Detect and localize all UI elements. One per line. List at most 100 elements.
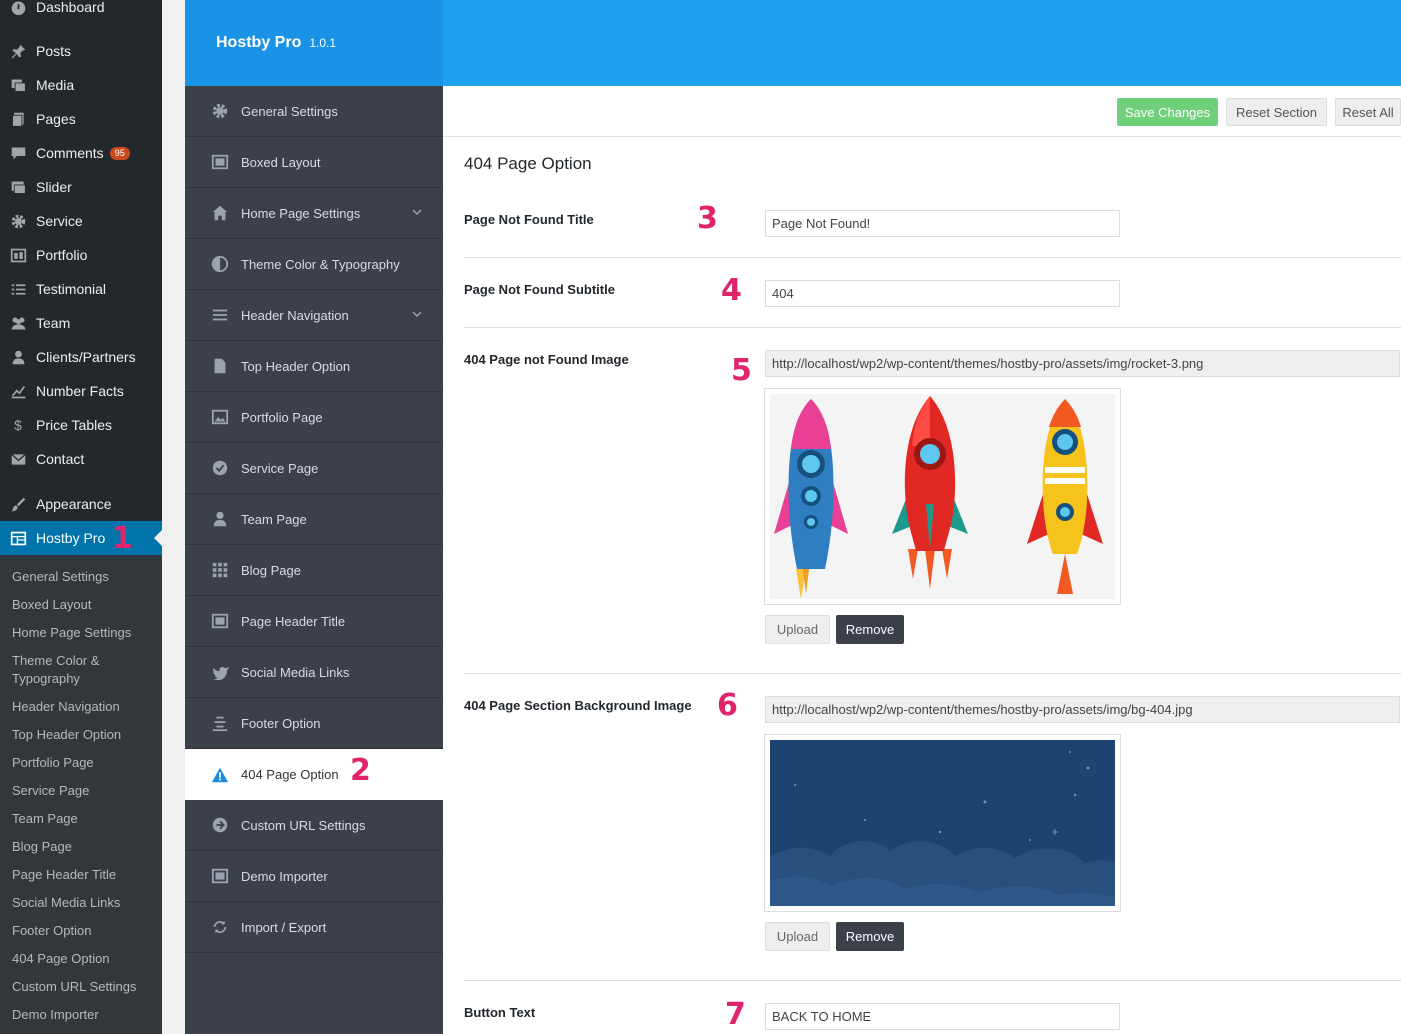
warning-icon [210, 765, 230, 785]
gear-icon [9, 212, 27, 230]
wp-menu-dashboard[interactable]: Dashboard [0, 0, 162, 24]
marker-5: 5 [731, 353, 752, 388]
sidebar-gap [162, 0, 185, 1034]
chevron-down-icon [411, 308, 423, 320]
arrow-circle-icon [210, 815, 230, 835]
options-toolbar: Save Changes Reset Section Reset All [443, 86, 1401, 137]
grid-icon [210, 560, 230, 580]
image-upload-button[interactable]: Upload [765, 615, 830, 644]
wp-menu-media[interactable]: Media [0, 68, 162, 102]
background-upload-button[interactable]: Upload [765, 922, 830, 951]
wp-menu-portfolio[interactable]: Portfolio [0, 238, 162, 272]
wp-menu-pages[interactable]: Pages [0, 102, 162, 136]
wp-submenu-item[interactable]: 404 Page Option [12, 950, 157, 968]
background-remove-button[interactable]: Remove [836, 922, 904, 951]
opt-custom-url[interactable]: Custom URL Settings [185, 800, 443, 851]
opt-page-header-title[interactable]: Page Header Title [185, 596, 443, 647]
reset-section-button[interactable]: Reset Section [1226, 98, 1327, 126]
opt-team-page[interactable]: Team Page [185, 494, 443, 545]
opt-demo-importer[interactable]: Demo Importer [185, 851, 443, 902]
rockets-illustration [770, 394, 1115, 599]
opt-service-page[interactable]: Service Page [185, 443, 443, 494]
image-url-input[interactable]: http://localhost/wp2/wp-content/themes/h… [765, 350, 1400, 377]
rocket-image-preview [764, 388, 1121, 605]
opt-footer-option[interactable]: Footer Option [185, 698, 443, 749]
opt-label: Team Page [241, 511, 307, 527]
wp-menu-slider[interactable]: Slider [0, 170, 162, 204]
opt-label: 404 Page Option [241, 767, 339, 782]
wp-menu-label: Contact [36, 451, 85, 467]
opt-portfolio-page[interactable]: Portfolio Page [185, 392, 443, 443]
reset-all-button[interactable]: Reset All [1335, 98, 1401, 126]
wp-menu-clients[interactable]: Clients/Partners [0, 340, 162, 374]
wp-submenu-item[interactable]: Home Page Settings [12, 624, 157, 642]
opt-general-settings[interactable]: General Settings [185, 86, 443, 137]
opt-blog-page[interactable]: Blog Page [185, 545, 443, 596]
wp-menu-appearance[interactable]: Appearance [0, 487, 162, 521]
wp-menu-hostby-pro[interactable]: Hostby Pro [0, 521, 162, 555]
menu-icon [210, 305, 230, 325]
wp-submenu: General Settings Boxed Layout Home Page … [0, 555, 162, 1034]
opt-404-page-option[interactable]: 404 Page Option [185, 749, 443, 800]
page-not-found-title-input[interactable]: Page Not Found! [765, 210, 1120, 237]
options-menu: General Settings Boxed Layout Home Page … [185, 86, 443, 1034]
wp-menu-label: Comments [36, 145, 104, 161]
button-text-input[interactable]: BACK TO HOME [765, 1003, 1120, 1030]
field-label-button-text: Button Text [464, 1005, 536, 1020]
wp-menu-posts[interactable]: Posts [0, 34, 162, 68]
wp-submenu-item[interactable]: Service Page [12, 782, 157, 800]
wp-admin-sidebar: Dashboard Posts Media Pages Comments 95 … [0, 0, 162, 1034]
opt-label: Header Navigation [241, 307, 349, 323]
wp-menu-label: Media [36, 77, 75, 93]
opt-boxed-layout[interactable]: Boxed Layout [185, 137, 443, 188]
home-icon [210, 203, 230, 223]
wp-submenu-item[interactable]: Boxed Layout [12, 596, 157, 614]
wp-submenu-item[interactable]: Theme Color & Typography [12, 652, 157, 688]
media-icon [9, 76, 27, 94]
wp-submenu-item[interactable]: Social Media Links [12, 894, 157, 912]
image-remove-button[interactable]: Remove [836, 615, 904, 644]
wp-menu-number-facts[interactable]: Number Facts [0, 374, 162, 408]
list-icon [9, 280, 27, 298]
wp-submenu-item[interactable]: Portfolio Page [12, 754, 157, 772]
envelope-icon [9, 450, 27, 468]
wp-submenu-item[interactable]: Custom URL Settings [12, 978, 157, 996]
wp-submenu-item[interactable]: Page Header Title [12, 866, 157, 884]
wp-menu-comments[interactable]: Comments 95 [0, 136, 162, 170]
wp-submenu-item[interactable]: Footer Option [12, 922, 157, 940]
wp-menu-team[interactable]: Team [0, 306, 162, 340]
divider [464, 980, 1401, 981]
wp-menu-price-tables[interactable]: $ Price Tables [0, 408, 162, 442]
opt-theme-color[interactable]: Theme Color & Typography [185, 239, 443, 290]
background-url-input[interactable]: http://localhost/wp2/wp-content/themes/h… [765, 696, 1400, 723]
marker-1: 1 [112, 521, 133, 556]
opt-import-export[interactable]: Import / Export [185, 902, 443, 953]
wp-menu-label: Service [36, 213, 83, 229]
wp-submenu-item[interactable]: Team Page [12, 810, 157, 828]
opt-label: Page Header Title [241, 613, 346, 629]
wp-menu-testimonial[interactable]: Testimonial [0, 272, 162, 306]
wp-submenu-item[interactable]: Top Header Option [12, 726, 157, 744]
field-label-image: 404 Page not Found Image [464, 352, 629, 367]
wp-submenu-item[interactable]: Blog Page [12, 838, 157, 856]
field-label-subtitle: Page Not Found Subtitle [464, 282, 615, 297]
contrast-icon [210, 254, 230, 274]
opt-header-navigation[interactable]: Header Navigation [185, 290, 443, 341]
wp-submenu-item[interactable]: Demo Importer [12, 1006, 157, 1024]
wp-submenu-item[interactable]: General Settings [12, 568, 157, 586]
options-main: Save Changes Reset Section Reset All 404… [443, 86, 1401, 1034]
wp-menu-contact[interactable]: Contact [0, 442, 162, 476]
save-changes-button[interactable]: Save Changes [1117, 98, 1218, 126]
opt-label: Service Page [241, 460, 319, 476]
opt-home-page-settings[interactable]: Home Page Settings [185, 188, 443, 239]
gear-icon [210, 101, 230, 121]
page-not-found-subtitle-input[interactable]: 404 [765, 280, 1120, 307]
twitter-icon [210, 662, 230, 682]
opt-top-header[interactable]: Top Header Option [185, 341, 443, 392]
wp-menu-service[interactable]: Service [0, 204, 162, 238]
portfolio-icon [9, 246, 27, 264]
field-label-background: 404 Page Section Background Image [464, 698, 692, 713]
wp-menu-label: Dashboard [36, 0, 105, 15]
wp-submenu-item[interactable]: Header Navigation [12, 698, 157, 716]
opt-social-media[interactable]: Social Media Links [185, 647, 443, 698]
